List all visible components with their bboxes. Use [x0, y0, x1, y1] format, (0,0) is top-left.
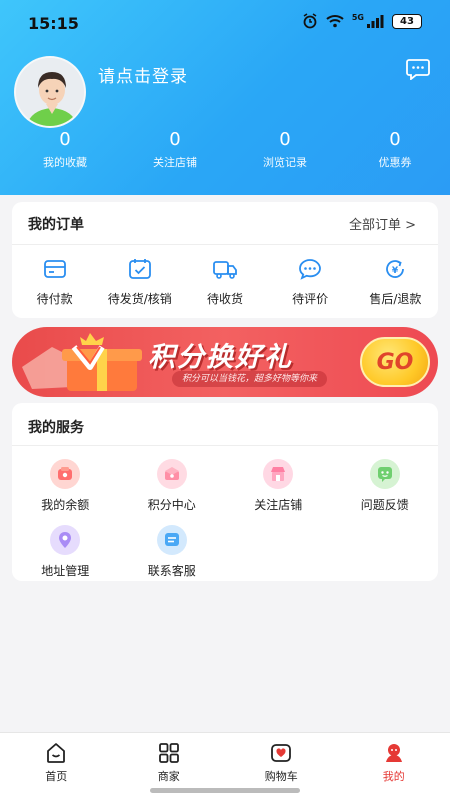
stat-label: 优惠券 [378, 156, 412, 169]
order-pending-payment[interactable]: 待付款 [15, 258, 95, 307]
service-balance[interactable]: 我的余额 [12, 459, 119, 525]
stat-value: 0 [389, 129, 401, 150]
signal-icon [367, 15, 384, 28]
profile-header: 15:15 5G 43 请点击登录 0 我的收藏 0 关注店铺 0 浏览记录 0… [0, 0, 450, 195]
feedback-icon [369, 459, 400, 489]
alarm-icon [303, 13, 317, 29]
order-pending-receipt[interactable]: 待收货 [185, 258, 265, 307]
grid-icon [113, 741, 226, 765]
order-item-label: 待付款 [36, 292, 73, 306]
stat-coupons[interactable]: 0 优惠券 [342, 128, 448, 170]
points-promo-banner[interactable]: 积分换好礼 积分可以当钱花，超多好物等你来 GO [12, 327, 438, 397]
service-followed-stores[interactable]: 关注店铺 [225, 459, 332, 525]
home-indicator [150, 788, 300, 793]
wallet-icon [15, 258, 95, 282]
user-avatar-icon [16, 58, 84, 126]
message-icon[interactable] [406, 58, 430, 84]
orders-title: 我的订单 [28, 217, 84, 233]
cart-heart-icon [225, 741, 338, 765]
tab-home[interactable]: 首页 [0, 733, 113, 800]
tab-label: 购物车 [264, 770, 298, 783]
stats-row: 0 我的收藏 0 关注店铺 0 浏览记录 0 优惠券 [0, 128, 450, 170]
tab-profile[interactable]: 我的 [338, 733, 450, 800]
service-address[interactable]: 地址管理 [12, 525, 119, 591]
tab-label: 我的 [382, 770, 405, 783]
stat-label: 浏览记录 [263, 156, 307, 169]
comment-icon [270, 258, 350, 282]
customer-service-icon [156, 525, 187, 555]
divider [12, 244, 438, 245]
order-item-label: 售后/退款 [369, 292, 422, 306]
wifi-icon [326, 15, 344, 28]
service-label: 积分中心 [147, 498, 196, 512]
service-label: 联系客服 [147, 564, 196, 578]
battery-indicator: 43 [392, 13, 422, 29]
location-icon [50, 525, 81, 555]
service-label: 问题反馈 [360, 498, 409, 512]
svg-text:¥: ¥ [392, 266, 399, 276]
truck-icon [185, 258, 265, 282]
stat-favorites[interactable]: 0 我的收藏 [12, 128, 118, 170]
stat-followed-stores[interactable]: 0 关注店铺 [122, 128, 228, 170]
tab-label: 商家 [157, 770, 180, 783]
services-grid: 我的余额 积分中心 关注店铺 问题反馈 地址管理 联系客服 [12, 459, 438, 591]
stat-value: 0 [59, 129, 71, 150]
go-button[interactable]: GO [360, 337, 430, 387]
login-prompt[interactable]: 请点击登录 [98, 62, 188, 87]
tab-label: 首页 [45, 770, 68, 783]
services-title: 我的服务 [28, 420, 84, 436]
service-label: 我的余额 [41, 498, 90, 512]
profile-icon [338, 741, 450, 765]
status-icons: 5G 43 [302, 13, 422, 29]
store-icon [263, 459, 294, 489]
order-after-sales[interactable]: ¥ 售后/退款 [355, 258, 435, 307]
services-card: 我的服务 我的余额 积分中心 关注店铺 问题反馈 地址管理 联系客服 [12, 403, 438, 581]
order-item-label: 待收货 [206, 292, 243, 306]
stat-history[interactable]: 0 浏览记录 [232, 128, 338, 170]
banner-title: 积分换好礼 [148, 342, 293, 373]
orders-card: 我的订单 全部订单 > 待付款 待发货/核销 待收货 待评价 ¥ 售后/退款 [12, 202, 438, 318]
order-item-label: 待评价 [292, 292, 329, 306]
all-orders-link[interactable]: 全部订单 > [349, 214, 416, 233]
service-label: 关注店铺 [254, 498, 303, 512]
status-bar: 15:15 5G 43 [0, 0, 450, 44]
gift-box-icon [22, 333, 142, 391]
calendar-check-icon [100, 258, 180, 282]
network-label: 5G [351, 12, 364, 22]
avatar[interactable] [14, 56, 86, 128]
stat-value: 0 [279, 129, 291, 150]
order-status-row: 待付款 待发货/核销 待收货 待评价 ¥ 售后/退款 [12, 258, 438, 307]
service-points-center[interactable]: 积分中心 [119, 459, 226, 525]
refund-icon: ¥ [355, 258, 435, 282]
points-icon [156, 459, 187, 489]
order-item-label: 待发货/核销 [107, 292, 172, 306]
service-customer-support[interactable]: 联系客服 [119, 525, 226, 591]
balance-icon [50, 459, 81, 489]
divider [12, 445, 438, 446]
status-time: 15:15 [28, 14, 79, 33]
stat-label: 我的收藏 [43, 156, 87, 169]
banner-subtitle: 积分可以当钱花，超多好物等你来 [172, 371, 328, 387]
stat-label: 关注店铺 [153, 156, 197, 169]
service-label: 地址管理 [41, 564, 90, 578]
stat-value: 0 [169, 129, 181, 150]
order-pending-shipment[interactable]: 待发货/核销 [100, 258, 180, 307]
home-icon [0, 741, 113, 765]
order-pending-review[interactable]: 待评价 [270, 258, 350, 307]
service-feedback[interactable]: 问题反馈 [332, 459, 439, 525]
